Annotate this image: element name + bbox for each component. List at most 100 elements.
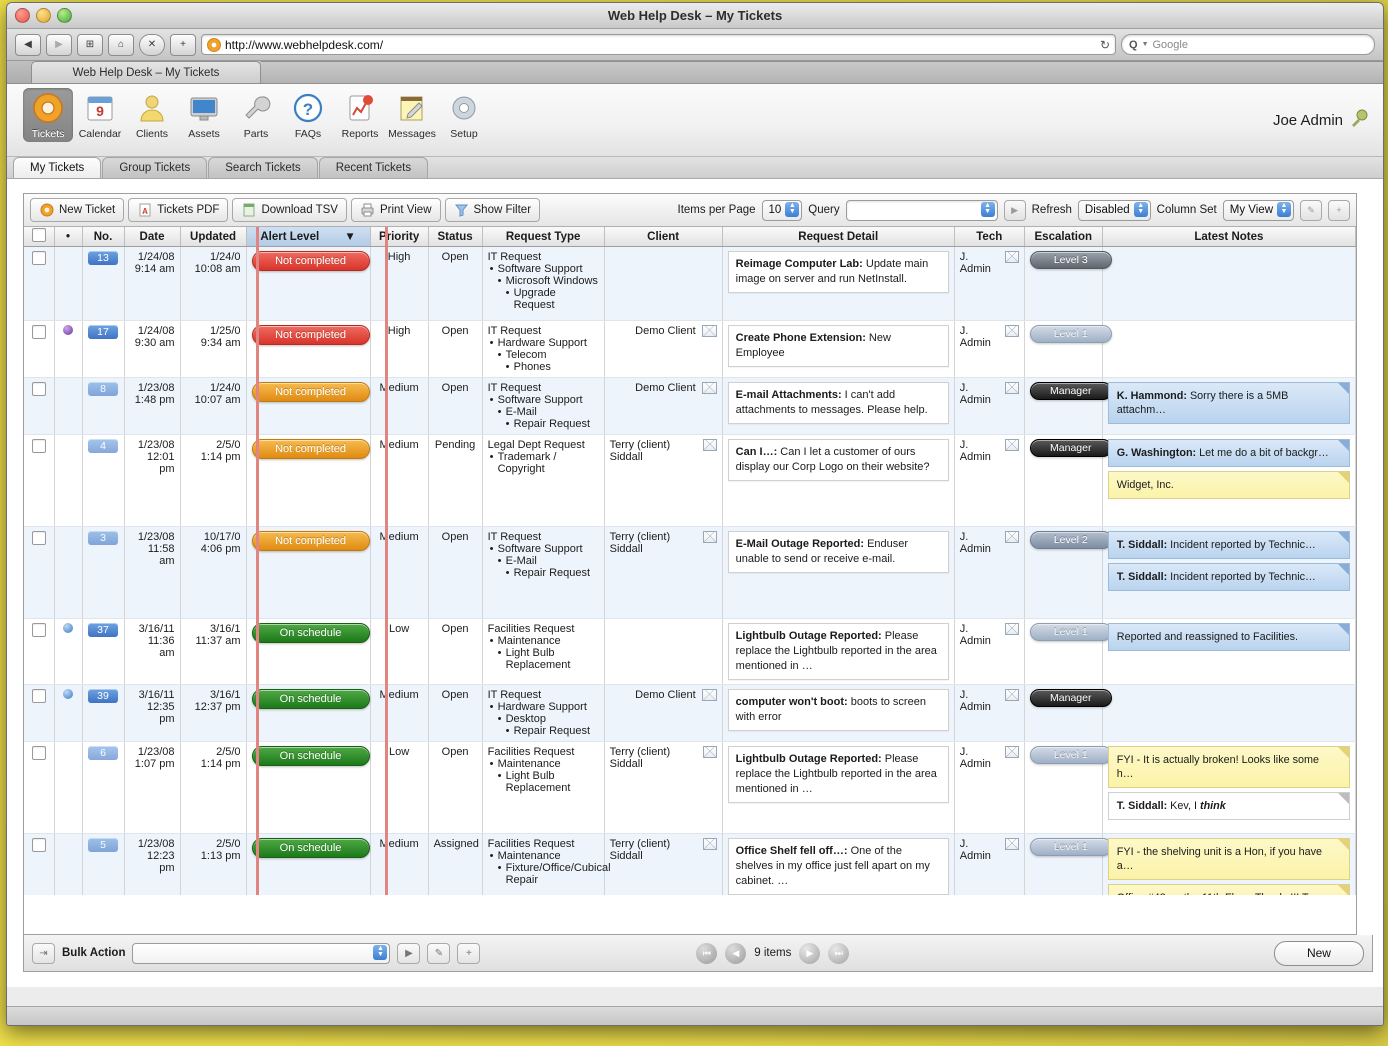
select-all-checkbox[interactable] — [31, 228, 46, 242]
reload-icon[interactable]: ↻ — [1100, 38, 1110, 52]
row-number-cell[interactable]: 5 — [82, 833, 125, 895]
table-row[interactable]: 37 3/16/11 11:36 am 3/16/1 11:37 am On schedu… — [24, 618, 1356, 685]
col-no[interactable]: No. — [82, 227, 125, 247]
row-flag-cell[interactable] — [54, 320, 83, 378]
ticket-number-badge[interactable]: 37 — [88, 623, 118, 637]
envelope-icon[interactable] — [701, 382, 717, 394]
envelope-icon[interactable] — [1004, 439, 1019, 451]
row-select-cell[interactable] — [24, 320, 55, 378]
note-card[interactable]: T. Siddall: Incident reported by Technic… — [1107, 563, 1350, 592]
module-messages[interactable]: Messages — [387, 88, 437, 142]
row-number-cell[interactable]: 6 — [82, 741, 125, 834]
table-row[interactable]: 17 1/24/08 9:30 am 1/25/0 9:34 am Not complet… — [24, 320, 1356, 378]
new-ticket-button[interactable]: New Ticket — [30, 198, 125, 222]
row-checkbox[interactable] — [31, 439, 46, 453]
row-select-cell[interactable] — [24, 377, 55, 435]
envelope-icon[interactable] — [702, 838, 717, 850]
row-flag-cell[interactable] — [54, 246, 83, 321]
user-menu[interactable]: Joe Admin — [1273, 108, 1369, 133]
minimize-window-button[interactable] — [36, 8, 51, 23]
run-bulk-action-button[interactable]: ▶ — [397, 942, 421, 964]
row-checkbox[interactable] — [31, 746, 46, 760]
module-parts[interactable]: Parts — [231, 88, 281, 142]
module-setup[interactable]: Setup — [439, 88, 489, 142]
request-detail-box[interactable]: computer won't boot: boots to screen wit… — [727, 689, 949, 731]
ticket-number-badge[interactable]: 5 — [88, 838, 118, 852]
col-tech[interactable]: Tech — [954, 227, 1025, 247]
items-per-page-select[interactable]: 10 ▲ ▼ — [761, 199, 803, 221]
zoom-window-button[interactable] — [57, 8, 72, 23]
envelope-icon[interactable] — [1004, 251, 1019, 263]
row-flag-cell[interactable] — [54, 684, 83, 742]
note-card[interactable]: G. Washington: Let me do a bit of backgr… — [1107, 439, 1350, 468]
col-priority[interactable]: Priority — [370, 227, 429, 247]
col-latest-notes[interactable]: Latest Notes — [1102, 227, 1356, 247]
note-card[interactable]: Widget, Inc. — [1107, 471, 1350, 500]
row-checkbox[interactable] — [31, 325, 46, 339]
row-select-cell[interactable] — [24, 434, 55, 527]
row-number-cell[interactable]: 39 — [82, 684, 125, 742]
envelope-icon[interactable] — [701, 325, 717, 337]
row-flag-cell[interactable] — [54, 434, 83, 527]
request-detail-box[interactable]: Lightbulb Outage Reported: Please replac… — [727, 746, 949, 803]
col-updated[interactable]: Updated — [180, 227, 247, 247]
last-page-icon[interactable]: ⏭ — [828, 942, 850, 964]
request-detail-box[interactable]: Create Phone Extension: New Employee — [727, 325, 949, 367]
note-card[interactable]: K. Hammond: Sorry there is a 5MB attachm… — [1107, 382, 1350, 425]
stepper-icon[interactable]: ▲ ▼ — [980, 201, 995, 217]
envelope-icon[interactable] — [701, 689, 717, 701]
row-checkbox[interactable] — [31, 382, 46, 396]
col-escalation[interactable]: Escalation — [1024, 227, 1103, 247]
row-flag-cell[interactable] — [54, 618, 83, 685]
module-calendar[interactable]: 9 Calendar — [75, 88, 125, 142]
col-select-all[interactable] — [24, 227, 55, 247]
row-flag-cell[interactable] — [54, 833, 83, 895]
row-checkbox[interactable] — [31, 531, 46, 545]
show-filter-button[interactable]: Show Filter — [444, 198, 541, 222]
envelope-icon[interactable] — [702, 746, 717, 758]
module-tickets[interactable]: Tickets — [23, 88, 73, 142]
row-number-cell[interactable]: 4 — [82, 434, 125, 527]
tab-recent-tickets[interactable]: Recent Tickets — [318, 157, 429, 178]
table-row[interactable]: 39 3/16/11 12:35 pm 3/16/1 12:37 pm On schedu… — [24, 684, 1356, 742]
bulk-action-select[interactable]: ▲ ▼ — [132, 942, 391, 964]
row-checkbox[interactable] — [31, 623, 46, 637]
print-view-button[interactable]: Print View — [350, 198, 441, 222]
envelope-icon[interactable] — [1004, 689, 1019, 701]
close-window-button[interactable] — [15, 8, 30, 23]
next-page-icon[interactable]: ▶ — [799, 942, 821, 964]
envelope-icon[interactable] — [1004, 325, 1019, 337]
note-card[interactable]: Reported and reassigned to Facilities. — [1107, 623, 1350, 652]
request-detail-box[interactable]: Reimage Computer Lab: Update main image … — [727, 251, 949, 293]
stepper-icon[interactable]: ▲ ▼ — [373, 944, 388, 960]
logout-icon[interactable] — [1349, 108, 1369, 133]
stepper-icon[interactable]: ▲ ▼ — [1277, 201, 1291, 217]
address-bar[interactable]: http://www.webhelpdesk.com/ ↻ — [201, 34, 1116, 55]
request-detail-box[interactable]: Lightbulb Outage Reported: Please replac… — [727, 623, 949, 680]
table-row[interactable]: 8 1/23/08 1:48 pm 1/24/0 10:07 am Not complet… — [24, 377, 1356, 435]
row-flag-cell[interactable] — [54, 526, 83, 619]
tab-my-tickets[interactable]: My Tickets — [13, 157, 102, 178]
row-number-cell[interactable]: 37 — [82, 618, 125, 685]
bookmarks-icon[interactable]: ⊞ — [77, 33, 103, 56]
home-icon[interactable]: ⌂ — [108, 33, 134, 56]
request-detail-box[interactable]: E-mail Attachments: I can't add attachme… — [727, 382, 949, 424]
run-query-button[interactable]: ▶ — [1003, 199, 1026, 221]
first-page-icon[interactable]: ⏮ — [696, 942, 718, 964]
plus-icon[interactable]: + — [457, 942, 481, 964]
query-select[interactable]: ▲ ▼ — [845, 199, 998, 221]
ticket-number-badge[interactable]: 17 — [88, 325, 118, 339]
forward-arrow-icon[interactable]: ▶ — [46, 33, 72, 56]
request-detail-box[interactable]: Office Shelf fell off…: One of the shelv… — [727, 838, 949, 895]
tab-search-tickets[interactable]: Search Tickets — [208, 157, 318, 178]
row-number-cell[interactable]: 8 — [82, 377, 125, 435]
ticket-number-badge[interactable]: 39 — [88, 689, 118, 703]
row-flag-cell[interactable] — [54, 377, 83, 435]
row-select-cell[interactable] — [24, 618, 55, 685]
module-faqs[interactable]: ? FAQs — [283, 88, 333, 142]
col-flag[interactable]: • — [54, 227, 83, 247]
table-row[interactable]: 3 1/23/08 11:58 am 10/17/0 4:06 pm Not comple… — [24, 526, 1356, 619]
envelope-icon[interactable] — [1004, 623, 1019, 635]
note-card[interactable]: T. Siddall: Kev, I think — [1107, 792, 1350, 821]
download-tsv-button[interactable]: Download TSV — [232, 198, 347, 222]
